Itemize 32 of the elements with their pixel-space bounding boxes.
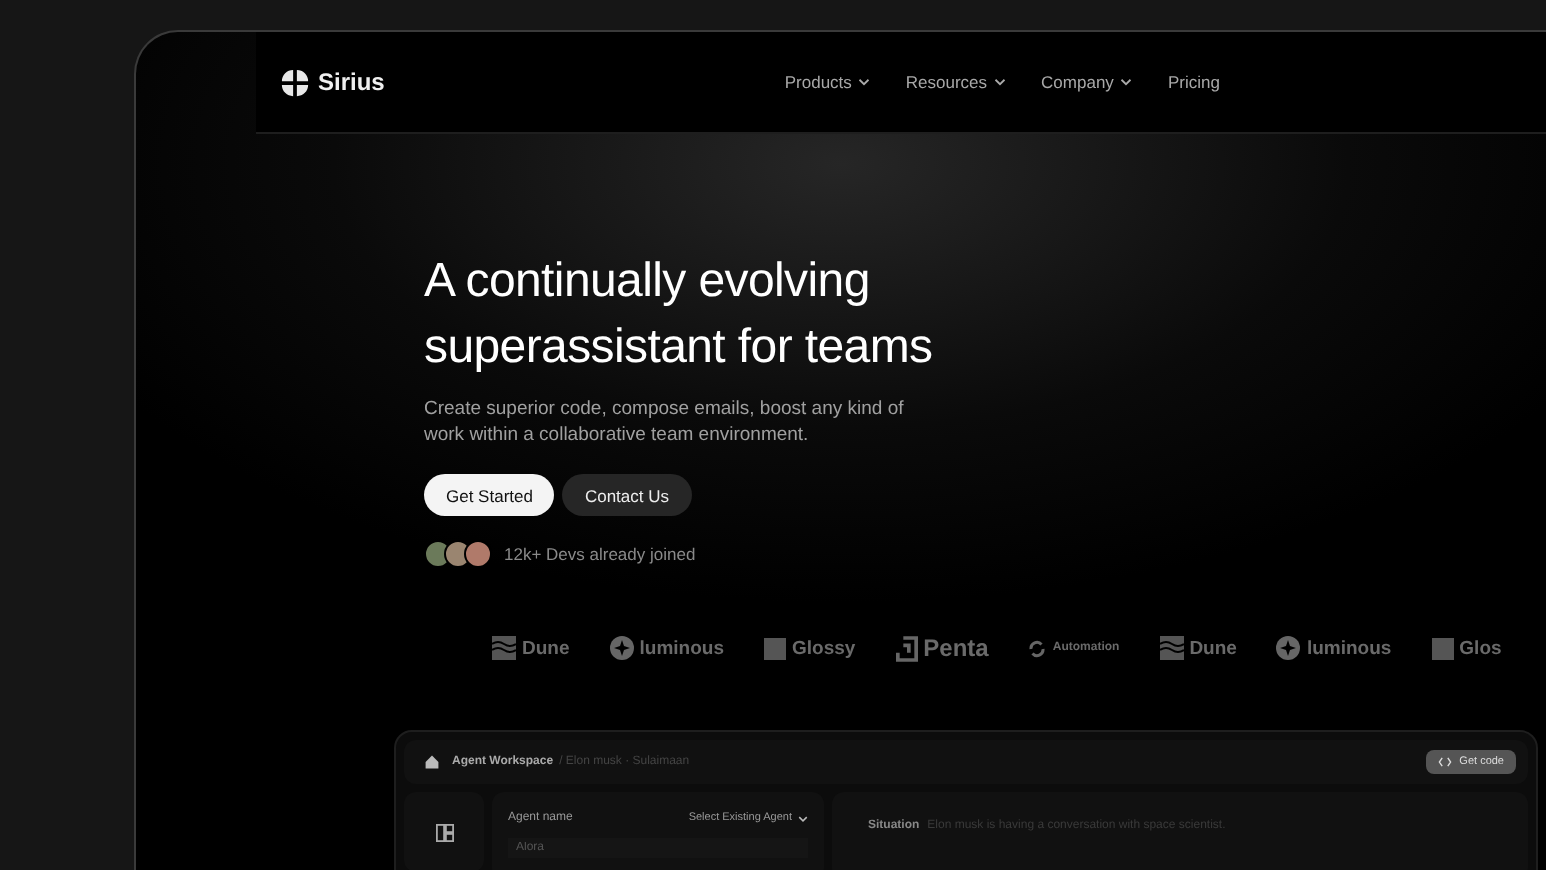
code-icon — [1437, 756, 1452, 768]
partner-logo-name: Dune — [522, 637, 570, 659]
square-icon — [1431, 637, 1454, 659]
square-icon — [763, 637, 786, 659]
home-icon — [424, 754, 440, 770]
hero-title: A continually evolving superassistant for teams — [424, 252, 935, 378]
layout-icon — [435, 824, 453, 842]
waves-icon — [492, 636, 516, 660]
hero-subtitle: Create superior code, compose emails, boost any kind of work within a collaborative team environment. — [424, 396, 906, 448]
avatar — [464, 540, 492, 568]
nav-link[interactable]: Company — [1041, 72, 1132, 92]
brand-name[interactable]: Sirius — [318, 68, 385, 96]
penta-mark-icon — [895, 635, 918, 661]
logo-icon — [280, 67, 310, 97]
partner-logo-name: Dune — [1189, 637, 1237, 659]
nav-link[interactable]: Pricing — [1167, 72, 1220, 92]
sync-icon — [1028, 639, 1047, 657]
partner-logo-name: Glos — [1459, 637, 1502, 659]
avatar — [424, 540, 452, 568]
nav-link[interactable]: Products — [784, 72, 870, 92]
chevron-down-icon — [798, 813, 808, 823]
partner-logo-name: luminous — [639, 637, 724, 659]
get-started-button[interactable]: Get Started — [424, 474, 555, 516]
partner-logo-name: luminous — [1306, 637, 1392, 659]
nav-link[interactable]: Resources — [905, 72, 1006, 92]
social-proof-text: 12k+ Devs already joined — [504, 544, 696, 564]
partner-logo-name: Glossy — [791, 637, 856, 659]
star-circle-icon — [1276, 636, 1301, 660]
star-circle-icon — [609, 636, 634, 660]
contact-button[interactable]: Contact Us — [562, 474, 692, 516]
partner-logo-name: Penta — [923, 634, 989, 662]
waves-icon — [1159, 636, 1184, 660]
